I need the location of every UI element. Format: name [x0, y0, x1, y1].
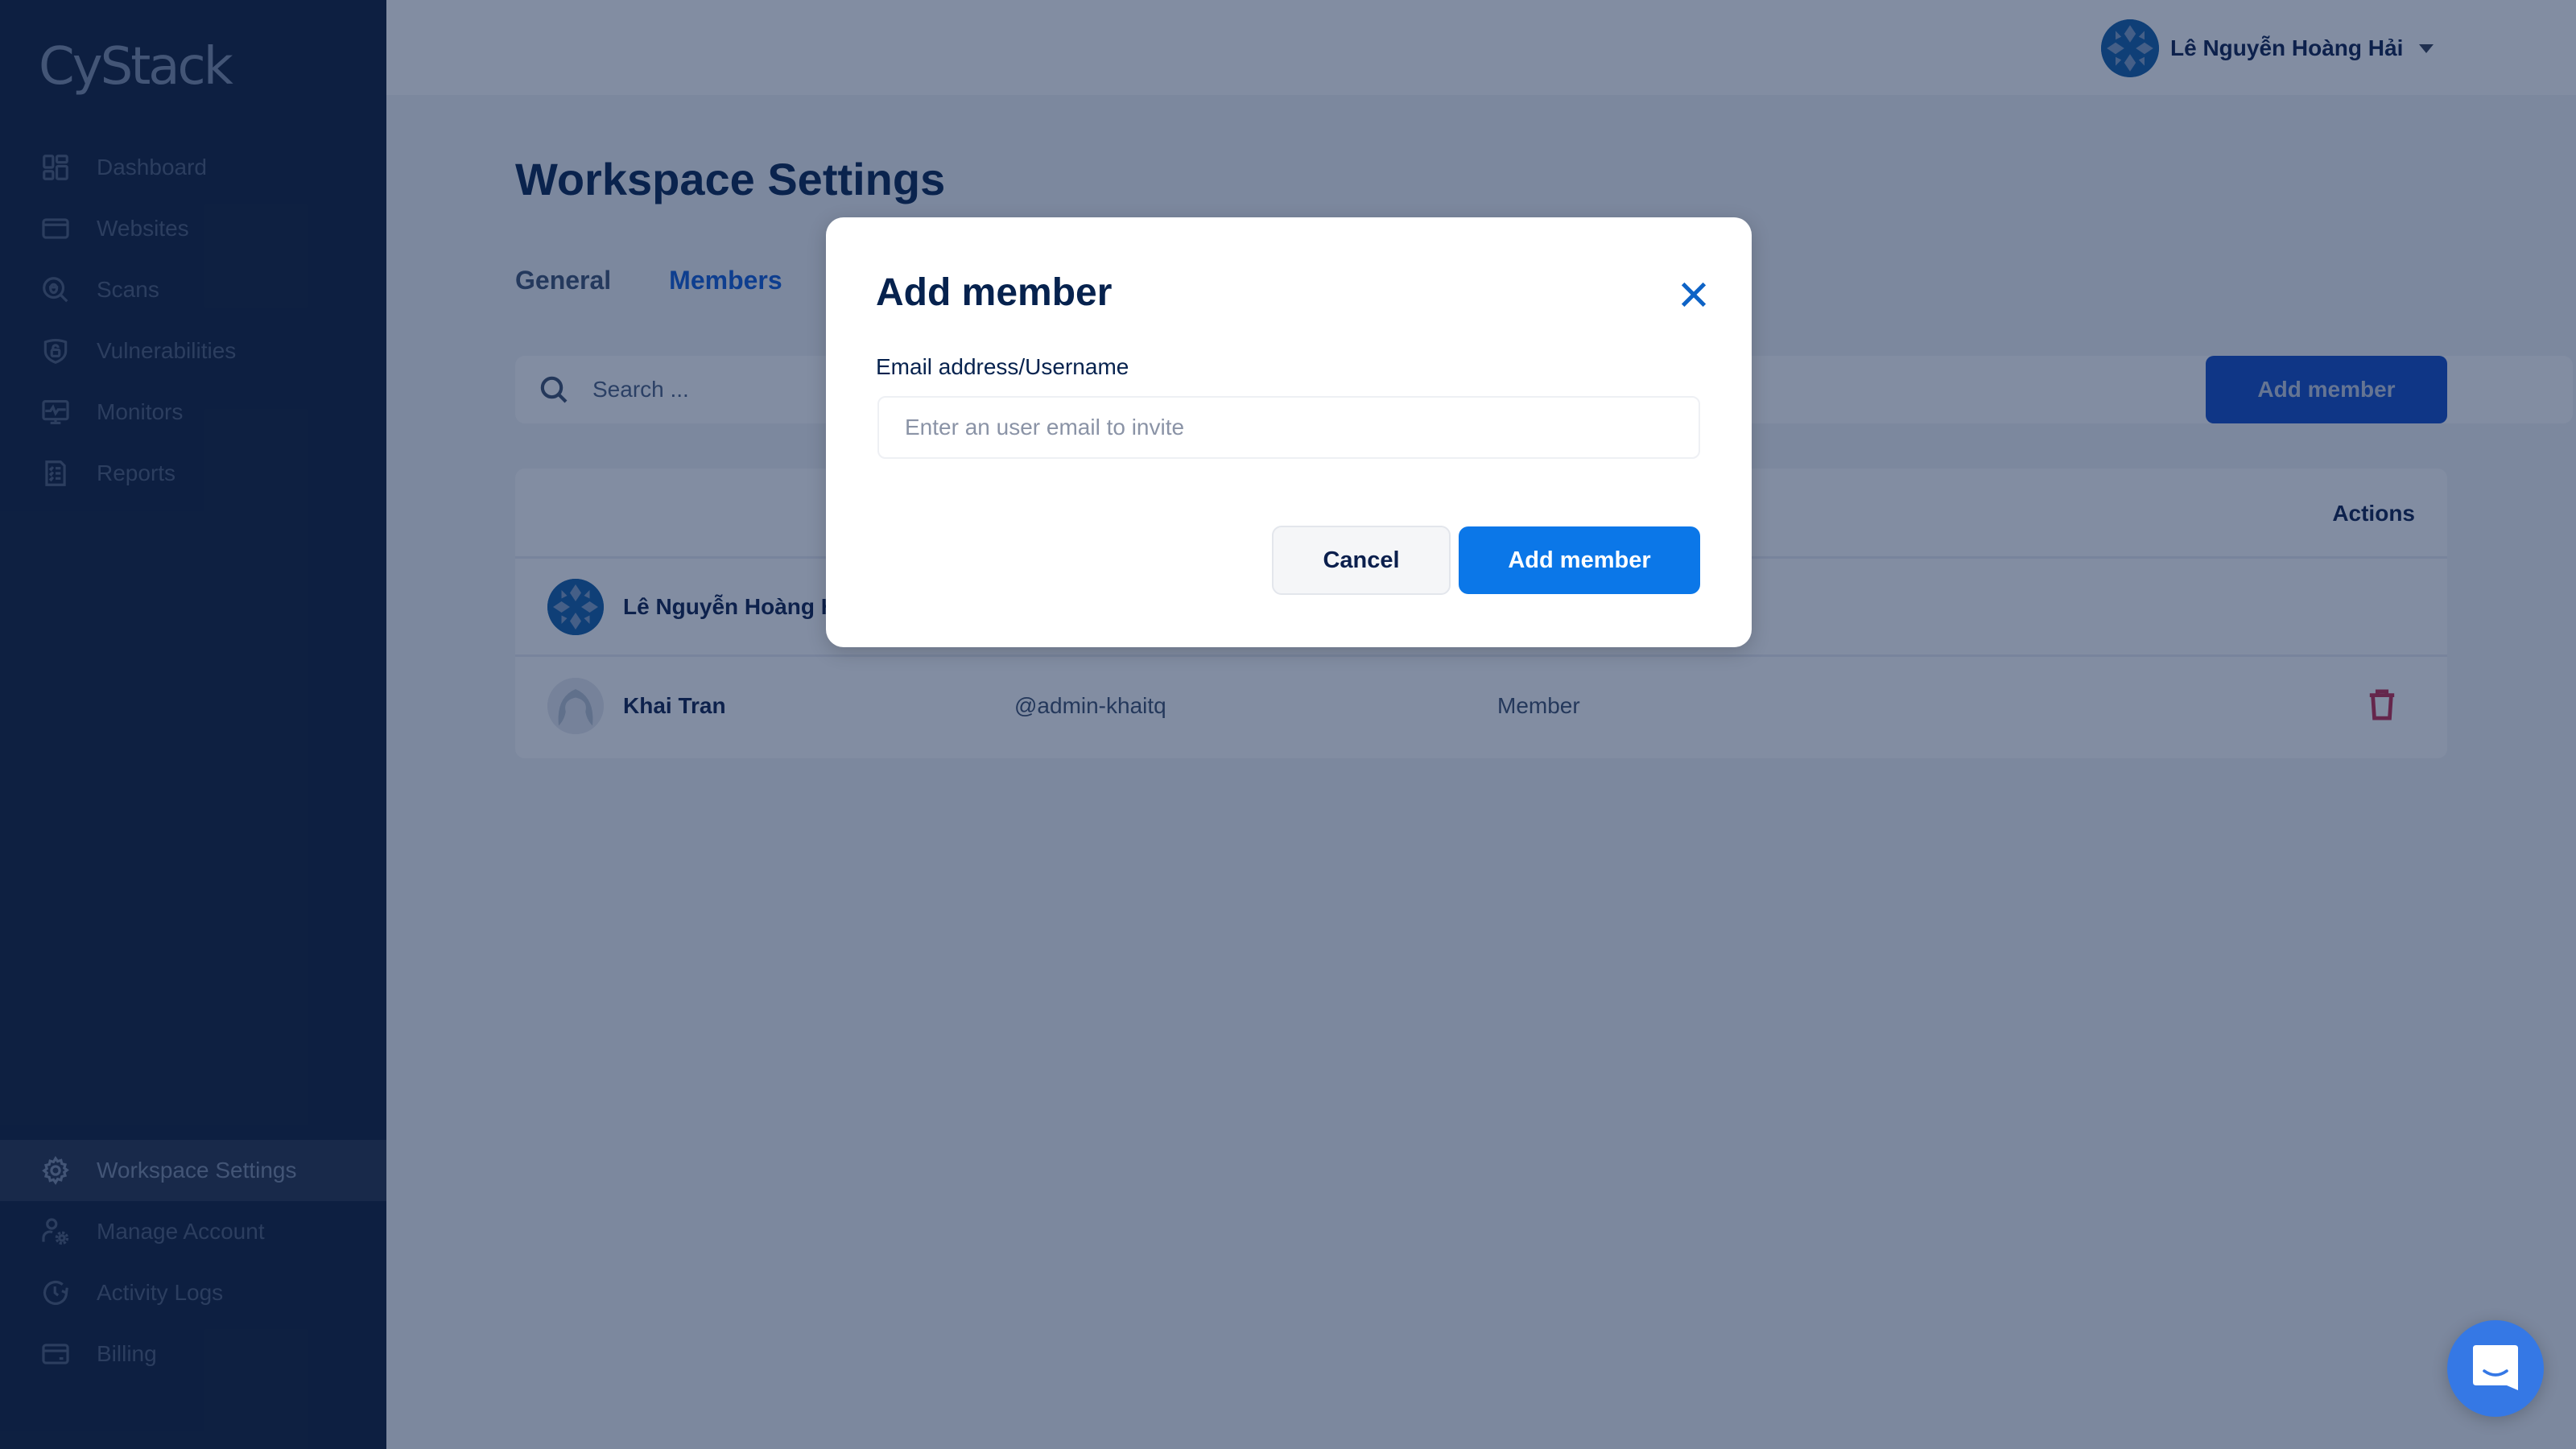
- chat-launcher-button[interactable]: [2447, 1320, 2544, 1417]
- submit-add-member-button[interactable]: Add member: [1459, 526, 1700, 594]
- chat-bubble-icon: [2473, 1345, 2518, 1390]
- email-field-label: Email address/Username: [876, 354, 1129, 379]
- cancel-button[interactable]: Cancel: [1272, 526, 1451, 595]
- close-icon: [1681, 282, 1707, 308]
- close-button[interactable]: [1678, 279, 1710, 311]
- modal-title: Add member: [876, 271, 1113, 314]
- add-member-modal: Add member Email address/Username Cancel…: [826, 217, 1752, 647]
- email-field[interactable]: [877, 396, 1700, 459]
